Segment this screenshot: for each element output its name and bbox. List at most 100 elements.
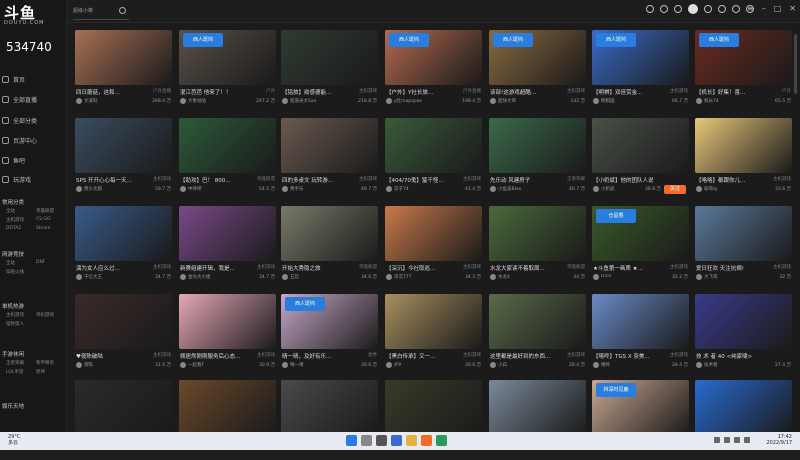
anchor-name[interactable]: 超快大哥 xyxy=(498,98,538,104)
room-thumbnail[interactable] xyxy=(385,118,482,173)
room-thumbnail[interactable]: 仓鼠香 xyxy=(592,206,689,261)
sidebar-item-webgame[interactable]: 页游中心 xyxy=(2,133,64,147)
live-room-card[interactable]: 佩居然刚刚服务后心态... 主机游戏 一起看F 30.9 万 xyxy=(179,294,276,374)
anchor-name[interactable]: 机长74 xyxy=(704,98,744,104)
room-category[interactable]: 英雄联盟 xyxy=(257,176,275,182)
live-room-card[interactable]: 【咯咯】都跟你儿... 主机游戏 瑜哥ig 33.6 万 xyxy=(695,118,792,198)
chevron-up-icon[interactable] xyxy=(714,437,720,443)
sidebar-sub-item[interactable]: LOL手游 xyxy=(6,369,23,375)
sidebar-item-live[interactable]: 全部直播 xyxy=(2,92,64,106)
room-category[interactable]: 主机游戏 xyxy=(567,88,585,94)
logo[interactable]: 斗鱼 DOUYU.COM xyxy=(4,6,62,27)
scrollbar-thumb[interactable] xyxy=(794,34,797,94)
anchor-name[interactable]: 技术者 xyxy=(704,362,744,368)
history-icon[interactable] xyxy=(646,5,654,13)
scrollbar[interactable] xyxy=(793,24,798,430)
live-room-card[interactable]: 先乐动 风建房子 王者荣耀 小鱼美Bleo 40.7 万 xyxy=(489,118,586,198)
avatar[interactable] xyxy=(688,4,698,14)
room-thumbnail[interactable] xyxy=(489,294,586,349)
sidebar-sub-item[interactable]: 全站 xyxy=(6,208,15,214)
app-icon[interactable] xyxy=(436,435,447,446)
room-thumbnail[interactable] xyxy=(75,206,172,261)
live-room-card[interactable]: 四的多桌文 玩转游... 主机游戏 费手乐 49.7 万 xyxy=(281,118,378,198)
room-category[interactable]: 户外 xyxy=(782,88,791,94)
room-category[interactable]: 户外直播 xyxy=(463,88,481,94)
live-room-card[interactable]: 【铭旅】勋感德能... 主机游戏 铭旅米大Sao 218.8 万 xyxy=(281,30,378,110)
anchor-name[interactable]: 铭旅米大Sao xyxy=(290,98,330,104)
room-title[interactable]: SPS 开开心心每一天... xyxy=(76,176,136,184)
live-room-card[interactable]: 【小奶斌】他的团队人说... 小奶斌 关注 36.8 万 xyxy=(592,118,689,198)
room-title[interactable]: 【黑白传承】又一... xyxy=(386,352,446,360)
room-category[interactable]: 王者荣耀 xyxy=(567,176,585,182)
room-thumbnail[interactable]: 西人斑鸠 xyxy=(281,294,378,349)
clock[interactable]: 17:42 2022/9/17 xyxy=(766,434,792,446)
live-room-card[interactable]: 西人斑鸠 混江芭芭 他来了！！ 户外 大象咕咕 247.2 万 xyxy=(179,30,276,110)
anchor-name[interactable]: 大象咕咕 xyxy=(188,98,228,104)
room-title[interactable]: 爱日狂欢 天注抗搁! xyxy=(696,264,756,272)
maximize-icon[interactable]: □ xyxy=(774,4,782,13)
shirt-icon[interactable] xyxy=(704,5,712,13)
live-room-card[interactable]: SPS 开开心心每一天... 主机游戏 费头太狼 59.7 万 xyxy=(75,118,172,198)
room-title[interactable]: 【明棋】双倍赏金... xyxy=(593,88,653,96)
sidebar-sub-item[interactable]: 单机游戏 xyxy=(36,312,54,318)
room-thumbnail[interactable] xyxy=(695,118,792,173)
room-title[interactable]: 【咯咯】都跟你儿... xyxy=(696,176,756,184)
room-category[interactable]: 英雄联盟 xyxy=(567,264,585,270)
room-thumbnail[interactable] xyxy=(179,380,276,435)
room-category[interactable]: 主机游戏 xyxy=(670,352,688,358)
room-thumbnail[interactable]: 西人斑鸠 xyxy=(179,30,276,85)
sidebar-item-game[interactable]: 玩游戏 xyxy=(2,172,64,186)
live-room-card[interactable]: ♥夜陈破陆 主机游戏 夜陈 31.6 万 xyxy=(75,294,172,374)
room-title[interactable]: 【助攻】巴！ 800... xyxy=(180,176,240,184)
anchor-name[interactable]: 五哲 xyxy=(290,274,330,280)
room-title[interactable]: 四日蘑菇，这和... xyxy=(76,88,136,96)
room-title[interactable]: 四的多桌文 玩转游... xyxy=(282,176,342,184)
anchor-name[interactable]: 深沉777 xyxy=(394,274,434,280)
room-thumbnail[interactable] xyxy=(179,294,276,349)
menu-icon[interactable]: ≡ xyxy=(747,4,754,13)
room-category[interactable]: 英雄联盟 xyxy=(359,264,377,270)
live-room-card[interactable]: 演为女人应么过... 主机游戏 千亿大王 34.7 万 xyxy=(75,206,172,286)
live-room-card[interactable]: 新赛组建开辑，我是... 主机游戏 金光大小姐 34.7 万 xyxy=(179,206,276,286)
room-title[interactable]: ♥夜陈破陆 xyxy=(76,352,136,360)
room-thumbnail[interactable] xyxy=(695,206,792,261)
sidebar-sub-item[interactable]: 怪物猎人 xyxy=(6,321,24,327)
room-thumbnail[interactable] xyxy=(179,206,276,261)
minimize-icon[interactable]: – xyxy=(762,4,766,13)
sidebar-sub-item[interactable]: 王者荣耀 xyxy=(6,360,24,366)
room-category[interactable]: 主机游戏 xyxy=(153,264,171,270)
room-title[interactable]: 【小奶斌】他的团队人说... xyxy=(593,176,653,184)
room-thumbnail[interactable] xyxy=(489,380,586,435)
room-thumbnail[interactable] xyxy=(385,294,482,349)
sidebar-sub-item[interactable]: CS:GO xyxy=(36,217,51,222)
sidebar-section-title[interactable]: 单机热游 xyxy=(2,302,64,310)
live-room-card[interactable]: 仓鼠香 ★斗鱼第一画质 ★... 主机游戏 Dico 32.2 万 xyxy=(592,206,689,286)
room-thumbnail[interactable] xyxy=(489,206,586,261)
live-room-card[interactable]: 西人斑鸠 【机长】好集！喜... 户外 机长74 65.5 万 xyxy=(695,30,792,110)
follow-button[interactable]: 关注 xyxy=(664,185,686,194)
weather-widget[interactable]: 29°C 多云 xyxy=(8,434,20,446)
room-category[interactable]: 主机游戏 xyxy=(567,352,585,358)
start-icon[interactable] xyxy=(346,435,357,446)
live-room-card[interactable]: 四日蘑菇，这和... 户外直播 文溪科 268.4 万 xyxy=(75,30,172,110)
room-category[interactable]: 主机游戏 xyxy=(463,176,481,182)
room-title[interactable]: 【404/70鬼】猛干怪... xyxy=(386,176,446,184)
grid-icon[interactable] xyxy=(732,5,740,13)
room-title[interactable]: 【嘻咚】TGS X 奈美... xyxy=(593,352,653,360)
room-category[interactable]: 户外直播 xyxy=(153,88,171,94)
anchor-name[interactable]: 千亿大王 xyxy=(84,274,124,280)
room-thumbnail[interactable] xyxy=(385,380,482,435)
anchor-name[interactable]: 护P xyxy=(394,362,434,368)
anchor-name[interactable]: 费手乐 xyxy=(290,186,330,192)
room-thumbnail[interactable] xyxy=(281,30,378,85)
sidebar-sub-item[interactable]: 和平精英 xyxy=(36,360,54,366)
sidebar-sub-item[interactable]: 穿越火线 xyxy=(6,269,24,275)
room-thumbnail[interactable]: 西人斑鸠 xyxy=(385,30,482,85)
anchor-name[interactable]: 晴一晴 xyxy=(290,362,330,368)
sidebar-item-category[interactable]: 全部分类 xyxy=(2,113,64,127)
live-room-card[interactable]: 【深沉】今社取巡... 主机游戏 深沉777 34.3 万 xyxy=(385,206,482,286)
live-room-card[interactable]: 这里都是最好到的东西... 主机游戏 小白 28.4 万 xyxy=(489,294,586,374)
sidebar-sub-item[interactable]: 主机游戏 xyxy=(6,217,24,223)
douyu-taskbar-icon[interactable] xyxy=(421,435,432,446)
search-icon[interactable] xyxy=(119,7,126,14)
